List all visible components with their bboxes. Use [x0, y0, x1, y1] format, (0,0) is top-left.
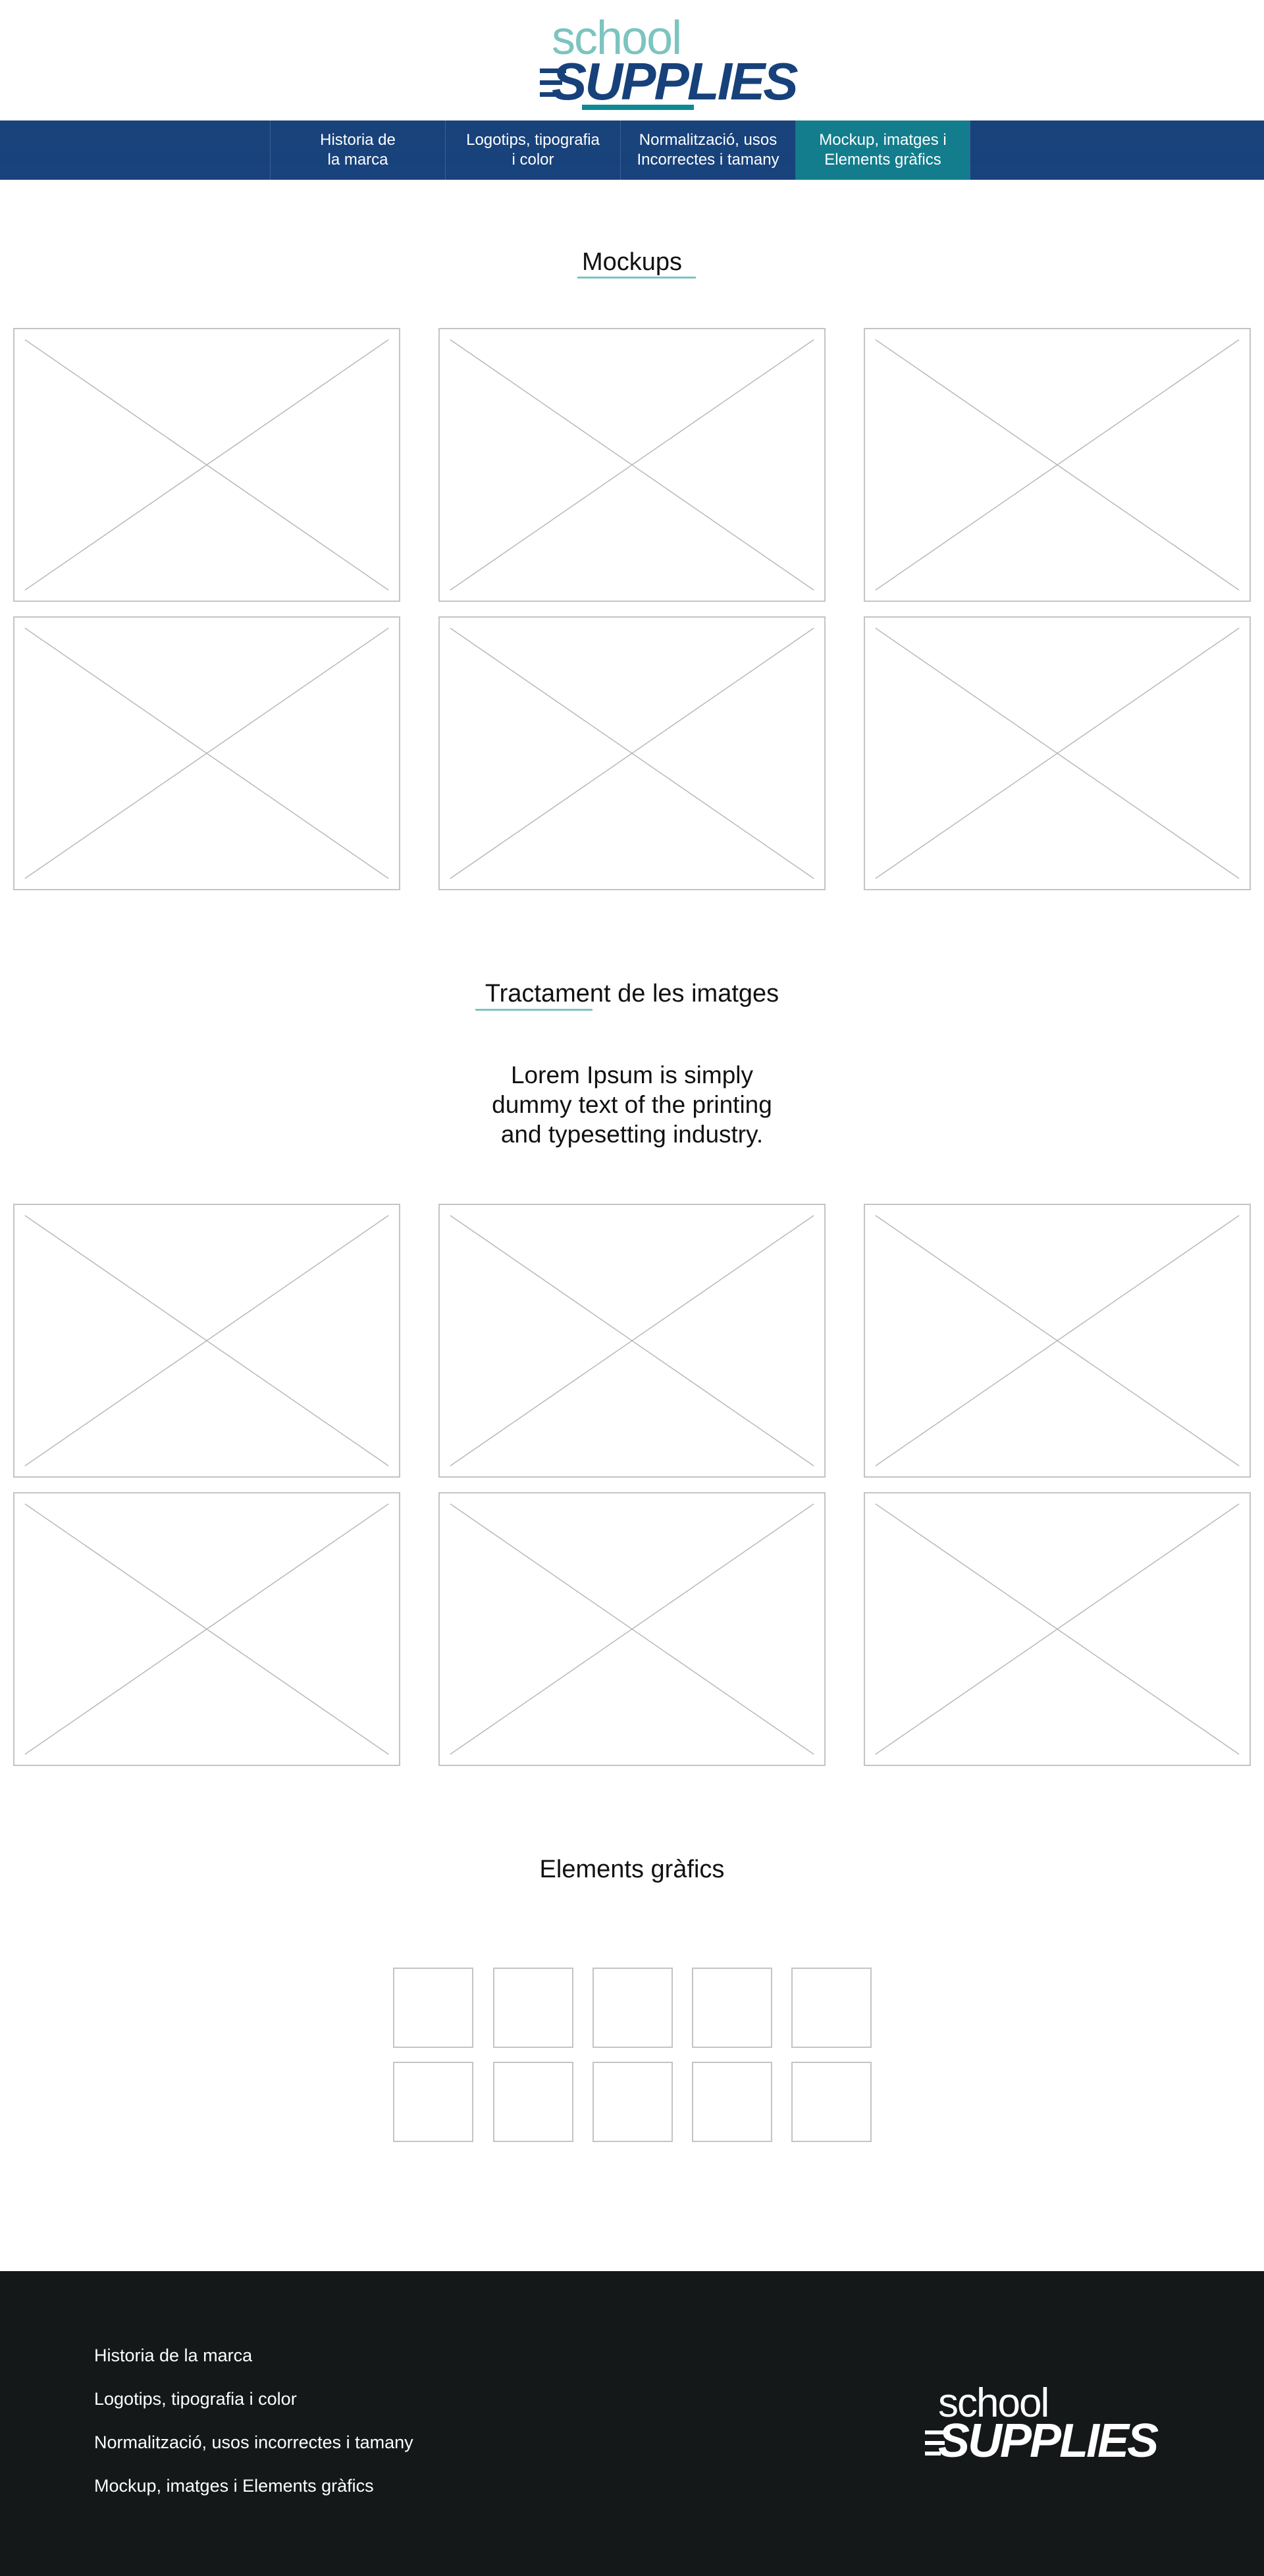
logo-underline	[582, 105, 694, 110]
logo-supplies-text: SUPPLIES	[552, 52, 799, 111]
graphic-element-placeholder	[692, 2062, 772, 2142]
nav-label: Historia de	[320, 131, 396, 149]
lead-line: dummy text of the printing	[492, 1091, 772, 1118]
nav-label: Mockup, imatges i	[819, 131, 947, 149]
graphic-element-placeholder	[692, 1968, 772, 2048]
graphic-element-placeholder	[493, 2062, 573, 2142]
nav-label: i color	[512, 151, 554, 169]
footer-link-historia[interactable]: Historia de la marca	[94, 2345, 413, 2366]
section-title-mockups: Mockups	[581, 248, 683, 276]
section-lead-text: Lorem Ipsum is simply dummy text of the …	[0, 1060, 1264, 1149]
title-underline	[475, 1009, 592, 1011]
image-placeholder	[13, 1204, 400, 1478]
nav-label: Normalització, usos	[639, 131, 777, 149]
nav-label: Elements gràfics	[824, 151, 941, 169]
graphic-element-placeholder	[592, 1968, 673, 2048]
image-placeholder	[438, 1492, 826, 1766]
mockup-image-placeholder	[13, 616, 400, 890]
footer-link-mockup[interactable]: Mockup, imatges i Elements gràfics	[94, 2475, 413, 2496]
lead-line: and typesetting industry.	[500, 1121, 764, 1148]
section-title-tractament: Tractament de les imatges	[485, 980, 779, 1007]
nav-item-logotips[interactable]: Logotips, tipografia i color	[445, 121, 620, 180]
graphic-element-placeholder	[592, 2062, 673, 2142]
graphic-element-placeholder	[393, 2062, 473, 2142]
nav-label: Logotips, tipografia	[466, 131, 600, 149]
brand-logo[interactable]: school SUPPLIES	[540, 14, 799, 110]
image-placeholder	[864, 1492, 1251, 1766]
nav-item-mockup[interactable]: Mockup, imatges i Elements gràfics	[795, 121, 970, 180]
nav-label: Incorrectes i tamany	[637, 151, 779, 169]
graphic-element-placeholder	[791, 1968, 872, 2048]
image-placeholder	[864, 1204, 1251, 1478]
footer-logo[interactable]: school SUPPLIES	[925, 2383, 1159, 2469]
footer-nav: Historia de la marca Logotips, tipografi…	[94, 2345, 413, 2519]
site-footer: Historia de la marca Logotips, tipografi…	[0, 2271, 1264, 2576]
site-header: school SUPPLIES	[0, 0, 1264, 121]
mockup-image-placeholder	[864, 328, 1251, 602]
nav-item-normalitzacio[interactable]: Normalització, usos Incorrectes i tamany	[620, 121, 795, 180]
footer-link-logotips[interactable]: Logotips, tipografia i color	[94, 2388, 413, 2409]
section-title-elements: Elements gràfics	[539, 1856, 725, 1883]
footer-logo-supplies-text: SUPPLIES	[938, 2415, 1159, 2467]
mockup-image-placeholder	[438, 616, 826, 890]
mockup-image-placeholder	[438, 328, 826, 602]
image-placeholder	[438, 1204, 826, 1478]
mockup-image-placeholder	[864, 616, 1251, 890]
graphic-element-placeholder	[493, 1968, 573, 2048]
mockup-image-placeholder	[13, 328, 400, 602]
nav-item-historia[interactable]: Historia de la marca	[270, 121, 445, 180]
lead-line: Lorem Ipsum is simply	[510, 1061, 754, 1088]
title-underline	[577, 277, 696, 279]
footer-link-normalitzacio[interactable]: Normalització, usos incorrectes i tamany	[94, 2432, 413, 2453]
image-placeholder	[13, 1492, 400, 1766]
graphic-element-placeholder	[393, 1968, 473, 2048]
main-nav: Historia de la marca Logotips, tipografia…	[0, 121, 1264, 180]
graphic-element-placeholder	[791, 2062, 872, 2142]
nav-label: la marca	[327, 151, 388, 169]
